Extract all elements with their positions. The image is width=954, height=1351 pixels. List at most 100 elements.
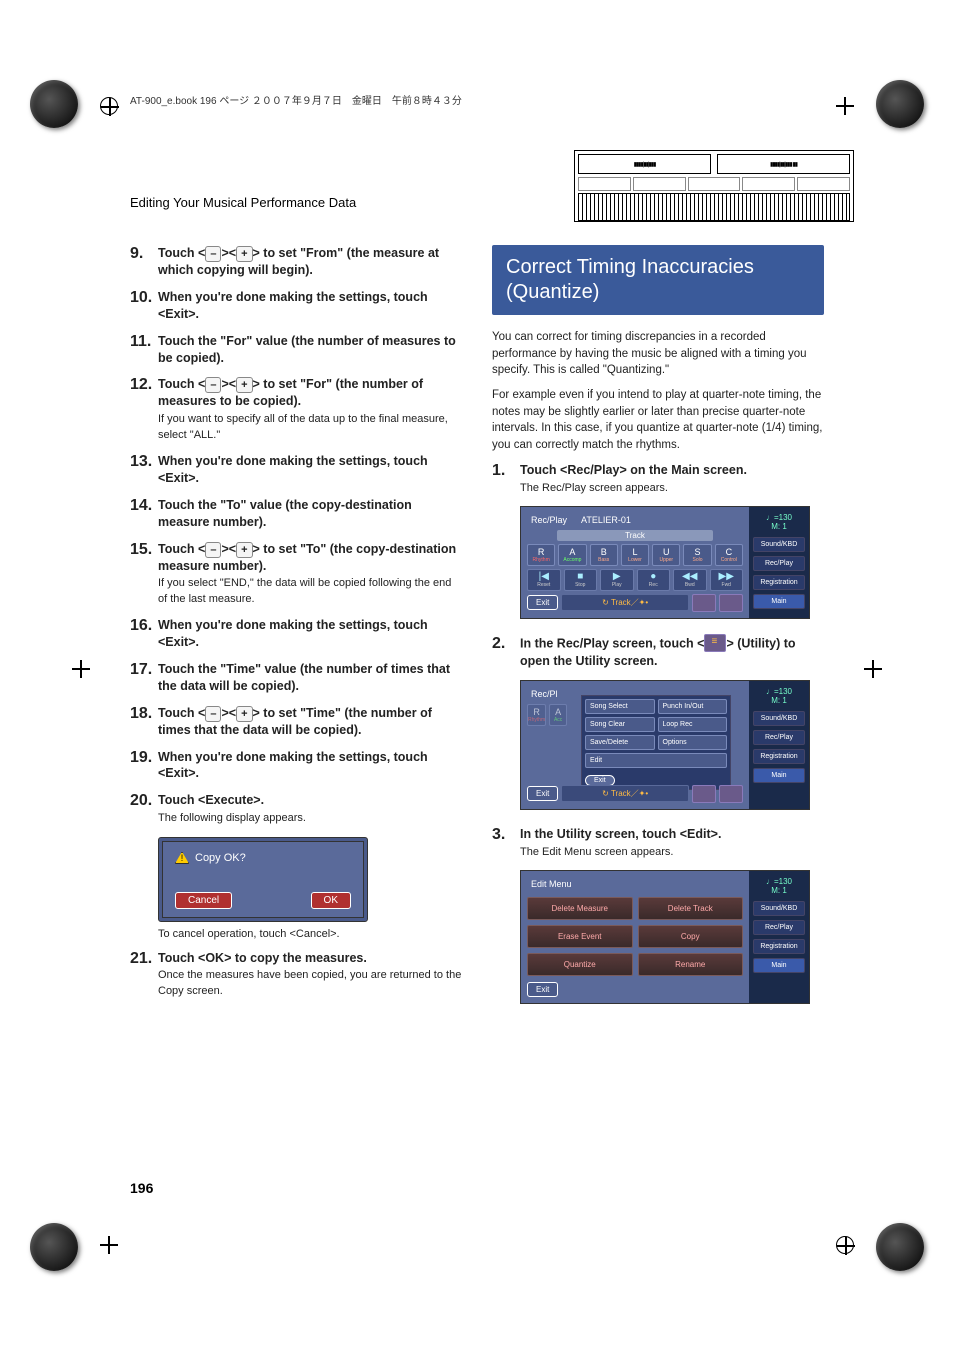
transport-stop[interactable]: ■Stop: [564, 569, 598, 591]
paragraph: You can correct for timing discrepancies…: [492, 329, 824, 379]
side-registration[interactable]: Registration: [753, 749, 805, 764]
step-caption: The Rec/Play screen appears.: [520, 481, 824, 496]
edit-menu-item[interactable]: Delete Track: [638, 897, 744, 920]
track-button[interactable]: RRhythm: [527, 544, 555, 566]
edit-menu-item[interactable]: Quantize: [527, 953, 633, 976]
screenshot-recplay: Rec/Play ATELIER-01 Track RRhythmAAccompB…: [520, 506, 810, 619]
step-number: 19.: [130, 749, 158, 767]
edit-menu-item[interactable]: Delete Measure: [527, 897, 633, 920]
step-caption: The Edit Menu screen appears.: [520, 845, 824, 860]
exit-button[interactable]: Exit: [527, 595, 558, 610]
utility-item[interactable]: Options: [658, 735, 728, 750]
utility-button[interactable]: [719, 785, 743, 803]
utility-item[interactable]: Song Clear: [585, 717, 655, 732]
utility-item[interactable]: Edit: [585, 753, 727, 768]
step-text: In the Utility screen, touch <Edit>.: [520, 826, 824, 843]
step-number: 17.: [130, 661, 158, 679]
confirm-dialog: ! Copy OK? Cancel OK: [158, 837, 368, 922]
track-button[interactable]: SSolo: [683, 544, 711, 566]
track-button[interactable]: BBass: [590, 544, 618, 566]
step-number: 1.: [492, 462, 520, 480]
side-rec-play[interactable]: Rec/Play: [753, 920, 805, 935]
step-text: Touch <OK> to copy the measures.: [158, 950, 462, 967]
transport-reset[interactable]: |◀Reset: [527, 569, 561, 591]
cancel-button[interactable]: Cancel: [175, 892, 232, 909]
header-meta: AT-900_e.book 196 ページ ２００７年９月７日 金曜日 午前８時…: [130, 92, 462, 107]
ss-title: Edit Menu: [531, 879, 572, 889]
page-number: 196: [130, 1180, 153, 1196]
utility-item[interactable]: Punch In/Out: [658, 699, 728, 714]
utility-button[interactable]: [719, 594, 743, 612]
plus-icon: +: [236, 377, 252, 393]
step-number: 14.: [130, 497, 158, 515]
side-rec-play[interactable]: Rec/Play: [753, 556, 805, 571]
step-number: 12.: [130, 376, 158, 394]
ss-subtitle: ATELIER-01: [581, 515, 631, 525]
step-note: Once the measures have been copied, you …: [158, 968, 462, 999]
step-number: 13.: [130, 453, 158, 471]
step-text: Touch <–><+> to set "For" (the number of…: [158, 376, 462, 410]
crop-mark-icon: [836, 97, 854, 115]
page: AT-900_e.book 196 ページ ２００７年９月７日 金曜日 午前８時…: [0, 0, 954, 1351]
binder-ring-tr: [876, 80, 924, 128]
edit-menu-item[interactable]: Erase Event: [527, 925, 633, 948]
step-text: In the Rec/Play screen, touch <> (Utilit…: [520, 635, 824, 670]
side-main[interactable]: Main: [753, 594, 805, 609]
ok-button[interactable]: OK: [311, 892, 351, 909]
transport-rec[interactable]: ●Rec: [637, 569, 671, 591]
transport-fwd[interactable]: ▶▶Fwd: [710, 569, 744, 591]
step-text: When you're done making the settings, to…: [158, 617, 462, 651]
track-header: Track: [557, 530, 713, 541]
warning-icon: !: [175, 852, 189, 864]
side-rec-play[interactable]: Rec/Play: [753, 730, 805, 745]
side-registration[interactable]: Registration: [753, 575, 805, 590]
side-sound-kbd[interactable]: Sound/KBD: [753, 711, 805, 726]
digiscore-button[interactable]: [692, 785, 716, 803]
ss-title: Rec/Play: [531, 515, 567, 525]
tempo-display: ♩=130M: 1: [753, 685, 805, 707]
exit-button[interactable]: Exit: [527, 786, 558, 801]
transport-bwd[interactable]: ◀◀Bwd: [673, 569, 707, 591]
step-number: 2.: [492, 635, 520, 653]
right-column: Correct Timing Inaccuracies (Quantize) Y…: [492, 245, 824, 1221]
side-sound-kbd[interactable]: Sound/KBD: [753, 901, 805, 916]
edit-menu-item[interactable]: Rename: [638, 953, 744, 976]
side-sound-kbd[interactable]: Sound/KBD: [753, 537, 805, 552]
step-number: 16.: [130, 617, 158, 635]
crop-mark-icon: [836, 1236, 854, 1254]
step-text: Touch <Execute>.: [158, 792, 462, 809]
ss-title: Rec/Pl: [531, 689, 558, 699]
side-registration[interactable]: Registration: [753, 939, 805, 954]
screenshot-editmenu: Edit Menu Delete MeasureDelete TrackEras…: [520, 870, 810, 1004]
side-main[interactable]: Main: [753, 768, 805, 783]
track-button[interactable]: LLower: [621, 544, 649, 566]
step-number: 18.: [130, 705, 158, 723]
track-button[interactable]: AAccomp: [558, 544, 586, 566]
step-text: When you're done making the settings, to…: [158, 749, 462, 783]
track-bar[interactable]: ↻ Track／✦•: [561, 594, 689, 611]
side-main[interactable]: Main: [753, 958, 805, 973]
crop-mark-icon: [100, 97, 118, 115]
dialog-title: Copy OK?: [195, 852, 246, 864]
paragraph: For example even if you intend to play a…: [492, 387, 824, 454]
exit-button[interactable]: Exit: [527, 982, 558, 997]
step-note: If you select "END," the data will be co…: [158, 576, 462, 607]
utility-icon: [704, 634, 726, 652]
step-text: When you're done making the settings, to…: [158, 453, 462, 487]
transport-play[interactable]: ▶Play: [600, 569, 634, 591]
tempo-display: ♩=130M: 1: [753, 511, 805, 533]
track-bar[interactable]: ↻ Track／✦•: [561, 785, 689, 802]
utility-item[interactable]: Loop Rec: [658, 717, 728, 732]
edit-menu-item[interactable]: Copy: [638, 925, 744, 948]
dialog-caption: To cancel operation, touch <Cancel>.: [158, 928, 462, 940]
crop-mark-icon: [72, 660, 90, 678]
step-number: 15.: [130, 541, 158, 559]
utility-item[interactable]: Save/Delete: [585, 735, 655, 750]
track-button[interactable]: UUpper: [652, 544, 680, 566]
step-text: Touch the "To" value (the copy-destinati…: [158, 497, 462, 531]
minus-icon: –: [205, 377, 221, 393]
utility-item[interactable]: Song Select: [585, 699, 655, 714]
track-button[interactable]: CControl: [715, 544, 743, 566]
step-text: Touch <–><+> to set "Time" (the number o…: [158, 705, 462, 739]
digiscore-button[interactable]: [692, 594, 716, 612]
